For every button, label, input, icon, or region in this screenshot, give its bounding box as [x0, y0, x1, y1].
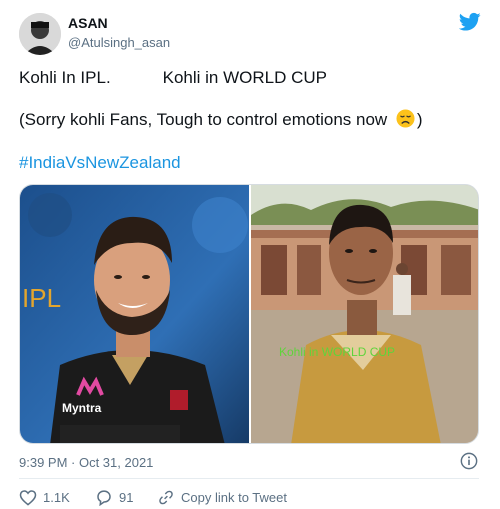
disappointed-face-icon: [396, 109, 415, 128]
reply-icon: [97, 490, 111, 507]
avatar[interactable]: [19, 13, 61, 55]
ipl-photo[interactable]: IPL Myntra: [20, 185, 249, 443]
hashtag-link[interactable]: #IndiaVsNewZealand: [19, 152, 181, 174]
info-icon[interactable]: [460, 452, 478, 470]
ipl-caption: IPL: [22, 283, 62, 313]
jersey-sponsor-text: Myntra: [62, 401, 102, 415]
copy-link-button[interactable]: Copy link to Tweet: [157, 489, 287, 506]
tweet-text-line2-end: ): [416, 110, 423, 129]
heart-icon: [19, 490, 37, 506]
user-name[interactable]: ASAN: [68, 15, 108, 31]
world-cup-caption: Kohli in WORLD CUP: [279, 345, 396, 359]
user-handle[interactable]: @Atulsingh_asan: [68, 35, 170, 50]
link-icon: [159, 490, 173, 505]
world-cup-photo[interactable]: Kohli in WORLD CUP: [251, 185, 478, 443]
tweet-text-line2: (Sorry kohli Fans, Tough to control emot…: [19, 109, 423, 131]
tweet-card: ASAN @Atulsingh_asan Kohli In IPL. Kohli…: [0, 0, 500, 509]
copy-link-label: Copy link to Tweet: [181, 490, 287, 505]
reply-count: 91: [119, 490, 134, 505]
tweet-text-line2-start: (Sorry kohli Fans, Tough to control emot…: [19, 110, 392, 129]
like-count: 1.1K: [43, 490, 70, 505]
reply-button[interactable]: 91: [95, 489, 134, 507]
twitter-bird-icon[interactable]: [459, 12, 481, 32]
tweet-text-line1: Kohli In IPL. Kohli in WORLD CUP: [19, 68, 327, 87]
like-button[interactable]: 1.1K: [19, 489, 70, 506]
divider-line: [19, 478, 479, 479]
tweet-media[interactable]: IPL Myntra Kohli in WORLD CUP: [19, 184, 479, 444]
tweet-timestamp[interactable]: 9:39 PM · Oct 31, 2021: [19, 455, 153, 470]
